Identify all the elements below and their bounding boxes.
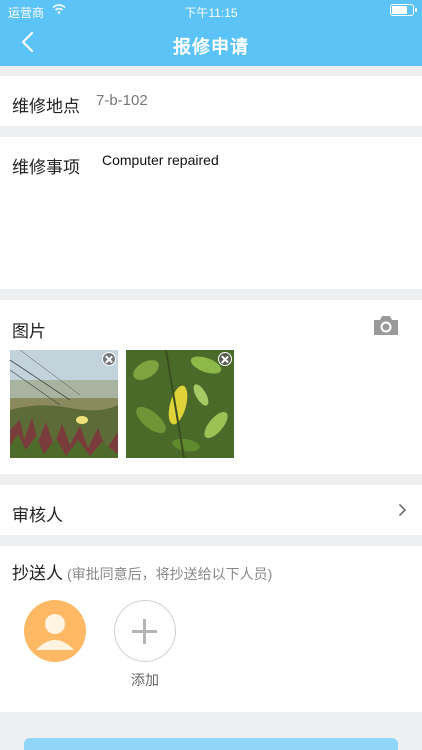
location-value[interactable]: 7-b-102: [96, 92, 148, 109]
remove-photo-2-icon[interactable]: [218, 352, 232, 366]
leaves-photo: [126, 350, 234, 458]
cc-label: 抄送人: [12, 564, 63, 583]
clock: 下午11:15: [184, 6, 238, 20]
remove-photo-1-icon[interactable]: [102, 352, 116, 366]
issue-value[interactable]: Computer repaired: [102, 152, 219, 168]
photo-thumbnail-1[interactable]: [10, 350, 118, 458]
add-cc-label: 添加: [131, 672, 159, 688]
page-title: 报修申请: [173, 37, 249, 57]
cc-header: 抄送人 (审批同意后，将抄送给以下人员): [12, 559, 272, 584]
reviewer-row[interactable]: [0, 485, 422, 535]
location-label: 维修地点: [12, 97, 80, 116]
user-icon: [36, 614, 74, 650]
status-bar: 运营商 下午11:15: [0, 0, 422, 22]
avatar[interactable]: [24, 600, 86, 662]
submit-button[interactable]: [24, 738, 398, 750]
reviewer-label: 审核人: [12, 506, 63, 525]
issue-label: 维修事项: [12, 158, 80, 177]
camera-icon[interactable]: [372, 313, 400, 337]
chevron-right-icon[interactable]: [398, 503, 408, 517]
battery-level: [392, 6, 408, 14]
beach-grass-photo: [10, 350, 118, 458]
photos-label: 图片: [12, 322, 46, 341]
nav-header: 运营商 下午11:15 报修申请: [0, 0, 422, 66]
add-cc-button[interactable]: [114, 600, 176, 662]
photo-thumbnail-2[interactable]: [126, 350, 234, 458]
cc-hint: (审批同意后，将抄送给以下人员): [67, 566, 273, 582]
battery-icon: [390, 4, 417, 16]
